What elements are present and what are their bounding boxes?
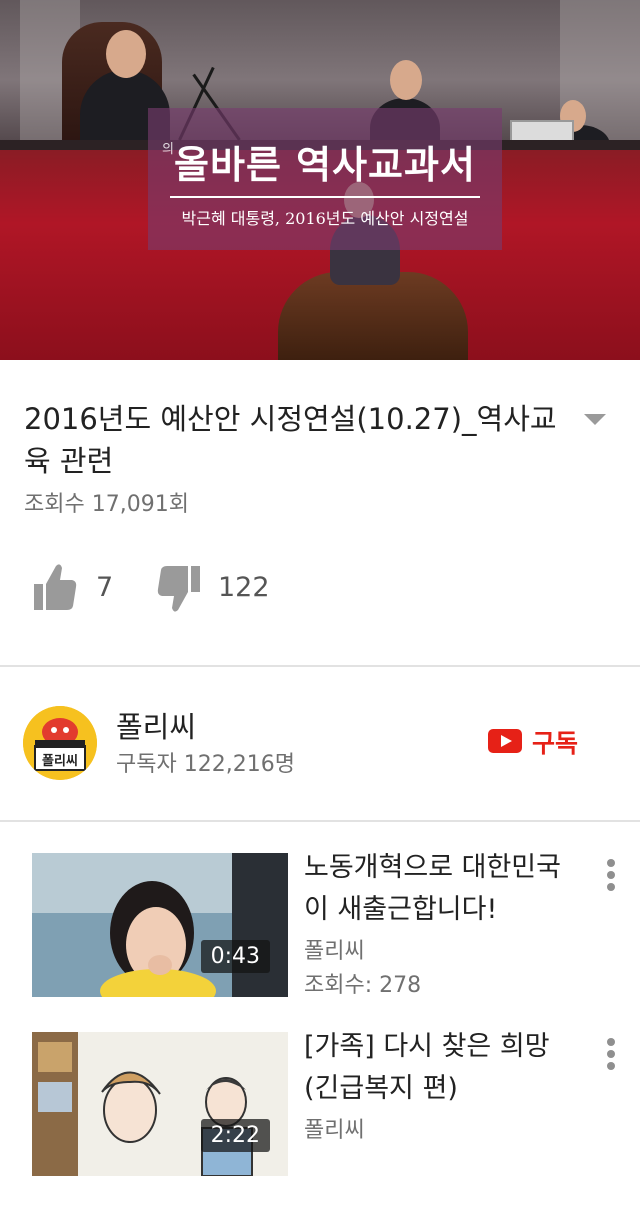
- subscriber-count: 구독자 122,216명: [116, 752, 295, 777]
- avatar-text: 폴리씨: [42, 753, 78, 769]
- video-thumbnail[interactable]: 0:43: [32, 853, 288, 997]
- more-options-icon[interactable]: [598, 1034, 624, 1074]
- thumbs-up-icon[interactable]: [30, 560, 80, 616]
- like-count: 7: [96, 572, 114, 603]
- thumbnail-image: [32, 853, 288, 997]
- thumbnail-image: [32, 1032, 288, 1176]
- divider: [0, 820, 640, 822]
- divider: [0, 665, 640, 667]
- channel-logo-icon: 폴리씨: [23, 706, 97, 780]
- rating-row: 7 122: [30, 560, 430, 620]
- banner-divider: [170, 196, 480, 198]
- related-video-item[interactable]: 0:43 노동개혁으로 대한민국이 새출근합니다! 폴리씨 조회수: 278: [0, 852, 640, 1033]
- thumbs-down-icon[interactable]: [154, 560, 204, 616]
- video-title: 2016년도 예산안 시정연설(10.27)_역사교육 관련: [24, 402, 557, 478]
- channel-avatar[interactable]: 폴리씨: [23, 706, 97, 780]
- related-video-title[interactable]: [가족] 다시 찾은 희망 (긴급복지 편): [304, 1026, 574, 1110]
- person-face: [390, 60, 422, 100]
- video-player[interactable]: 의 올바른 역사교과서 박근혜 대통령, 2016년도 예산안 시정연설: [0, 0, 640, 360]
- podium: [278, 272, 468, 360]
- video-thumbnail[interactable]: 2:22: [32, 1032, 288, 1176]
- expand-chevron-icon[interactable]: [584, 414, 606, 425]
- banner-subtitle: 박근혜 대통령, 2016년도 예산안 시정연설: [181, 209, 469, 228]
- related-video-views: 조회수: 278: [304, 973, 422, 998]
- channel-name[interactable]: 폴리씨: [116, 704, 196, 746]
- view-count: 조회수 17,091회: [24, 492, 189, 517]
- related-video-channel: 폴리씨: [304, 939, 365, 964]
- banner-title: 올바른 역사교과서: [174, 143, 476, 187]
- subscribe-button[interactable]: 구독: [486, 722, 596, 762]
- person-face: [106, 30, 146, 78]
- dislike-count: 122: [218, 572, 270, 603]
- subscribe-label: 구독: [532, 729, 579, 758]
- video-title-area: 2016년도 예산안 시정연설(10.27)_역사교육 관련: [24, 398, 564, 482]
- related-video-title[interactable]: 노동개혁으로 대한민국이 새출근합니다!: [304, 847, 574, 931]
- more-options-icon[interactable]: [598, 855, 624, 895]
- title-banner: 의 올바른 역사교과서 박근혜 대통령, 2016년도 예산안 시정연설: [148, 108, 502, 250]
- related-video-item[interactable]: 2:22 [가족] 다시 찾은 희망 (긴급복지 편) 폴리씨: [0, 1031, 640, 1212]
- video-duration: 0:43: [200, 940, 270, 973]
- youtube-play-icon: [488, 729, 522, 753]
- related-video-channel: 폴리씨: [304, 1118, 365, 1143]
